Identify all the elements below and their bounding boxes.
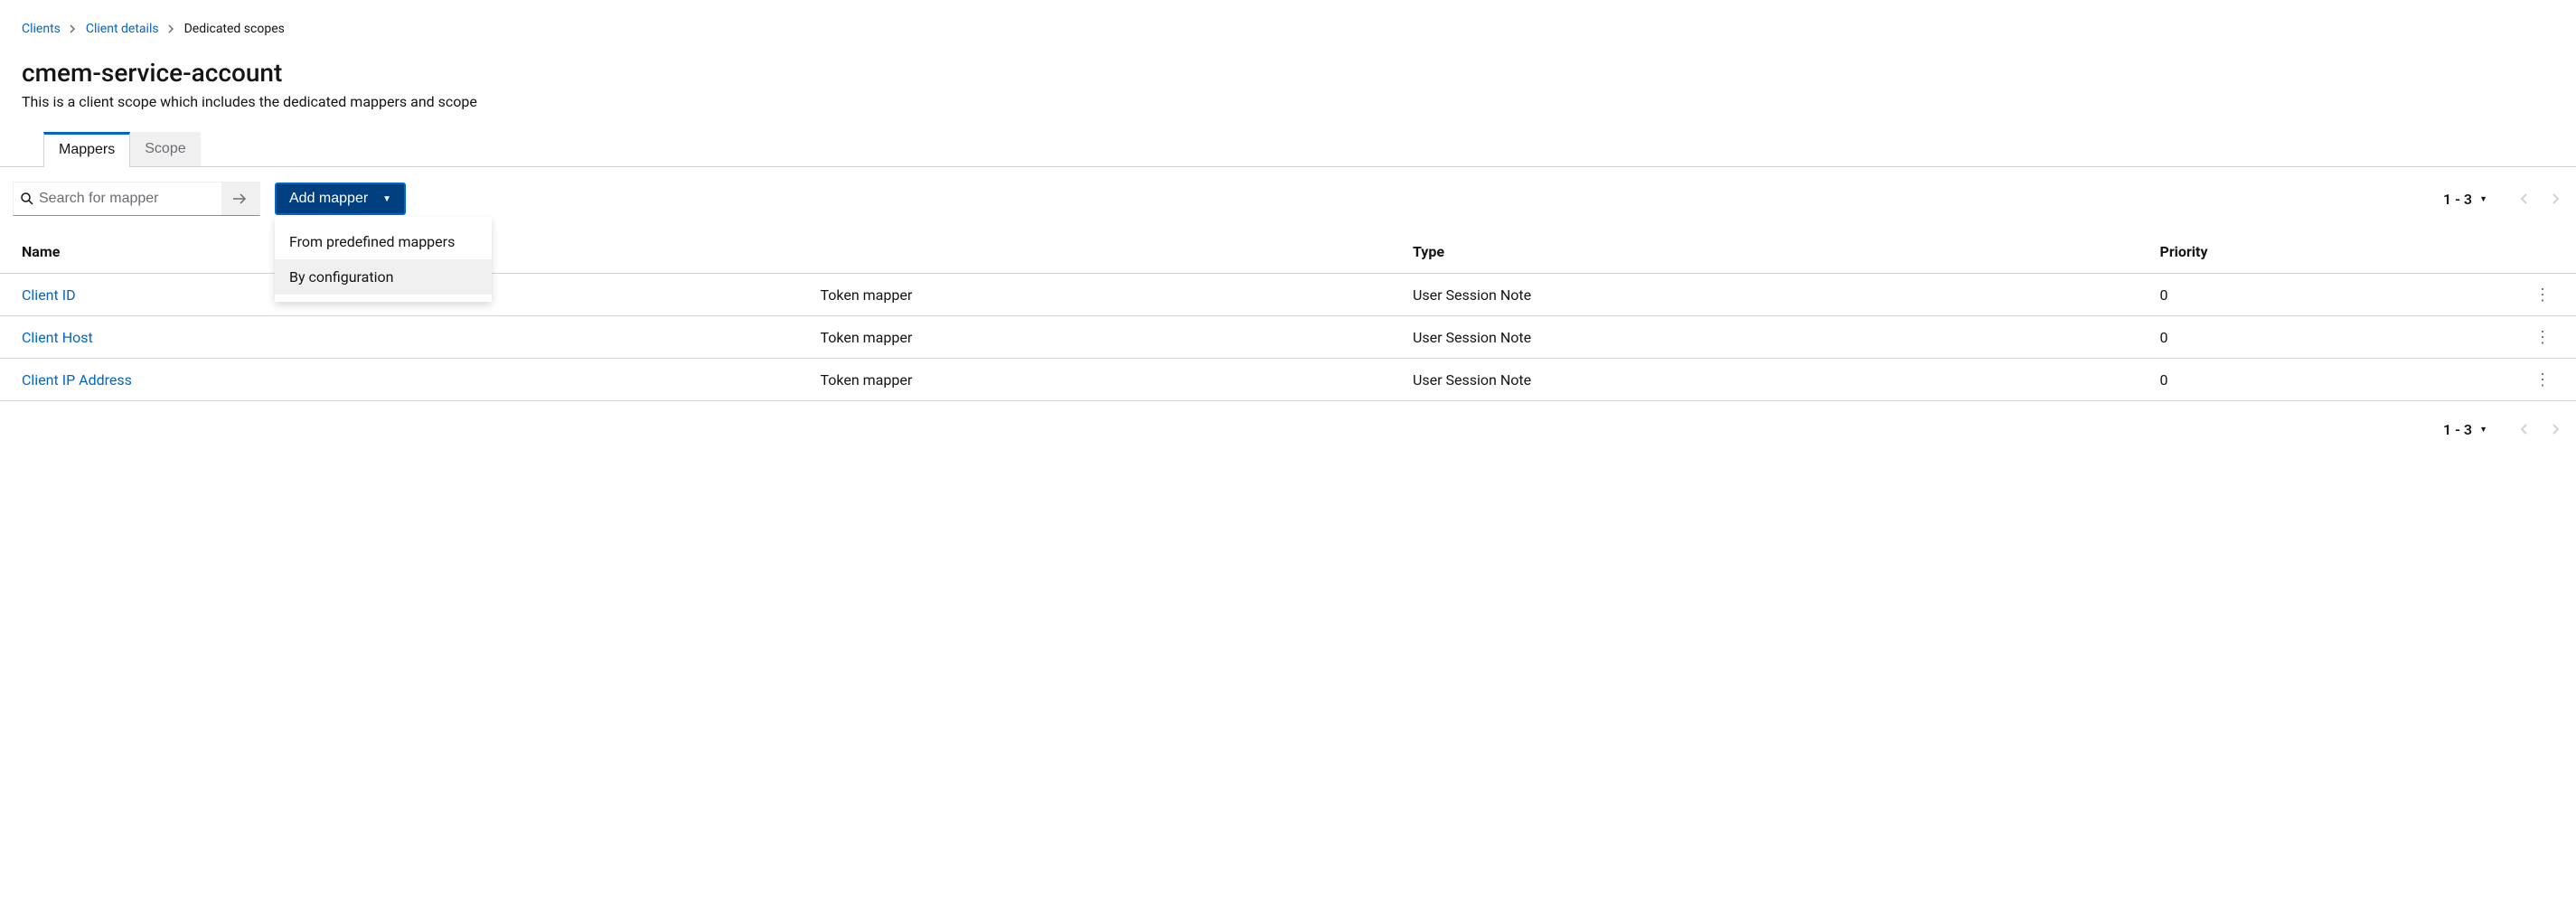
- table-row: Client IP Address Token mapper User Sess…: [0, 359, 2576, 401]
- chevron-left-icon: [2520, 192, 2528, 205]
- chevron-right-icon: [2552, 423, 2560, 436]
- kebab-icon: ⋮: [2534, 328, 2551, 346]
- table-row: Client Host Token mapper User Session No…: [0, 316, 2576, 359]
- chevron-right-icon: [168, 24, 175, 33]
- dropdown-item-predefined[interactable]: From predefined mappers: [275, 224, 492, 259]
- pagination-next-button[interactable]: [2548, 189, 2563, 209]
- pagination-prev-button[interactable]: [2516, 189, 2532, 209]
- caret-down-icon: ▼: [2479, 194, 2487, 204]
- breadcrumb-link-client-details[interactable]: Client details: [86, 22, 159, 36]
- pagination-prev-button[interactable]: [2516, 419, 2532, 439]
- mapper-category: Token mapper: [799, 359, 1392, 401]
- page-subtitle: This is a client scope which includes th…: [22, 93, 2554, 110]
- mapper-type: User Session Note: [1391, 274, 2139, 316]
- mapper-type: User Session Note: [1391, 359, 2139, 401]
- page-header: cmem-service-account This is a client sc…: [0, 47, 2576, 132]
- table-header-type: Type: [1391, 230, 2139, 274]
- caret-down-icon: ▼: [2479, 425, 2487, 435]
- pagination-range-label: 1 - 3: [2443, 421, 2472, 438]
- add-mapper-label: Add mapper: [289, 191, 368, 207]
- pagination-range-label: 1 - 3: [2443, 191, 2472, 208]
- chevron-left-icon: [2520, 423, 2528, 436]
- kebab-icon: ⋮: [2534, 286, 2551, 304]
- pagination-bottom: 1 - 3 ▼: [0, 401, 2576, 457]
- mapper-name-link[interactable]: Client Host: [22, 329, 93, 346]
- table-header-actions: [2509, 230, 2576, 274]
- mapper-type: User Session Note: [1391, 316, 2139, 359]
- breadcrumb: Clients Client details Dedicated scopes: [0, 0, 2576, 47]
- mapper-name-link[interactable]: Client ID: [22, 286, 76, 304]
- pagination-range-selector[interactable]: 1 - 3 ▼: [2443, 191, 2487, 208]
- caret-down-icon: ▼: [382, 194, 391, 204]
- pagination-next-button[interactable]: [2548, 419, 2563, 439]
- chevron-right-icon: [2552, 192, 2560, 205]
- mapper-category: Token mapper: [799, 274, 1392, 316]
- page-title: cmem-service-account: [22, 58, 2554, 88]
- add-mapper-button[interactable]: Add mapper ▼: [275, 183, 406, 215]
- mapper-name-link[interactable]: Client IP Address: [22, 371, 132, 389]
- search-submit-button[interactable]: [221, 183, 259, 215]
- row-actions-button[interactable]: ⋮: [2531, 325, 2554, 349]
- pagination-top: 1 - 3 ▼: [2443, 189, 2563, 209]
- tab-scope[interactable]: Scope: [130, 132, 200, 166]
- add-mapper-dropdown: From predefined mappers By configuration: [275, 217, 492, 302]
- search-input[interactable]: [39, 191, 214, 207]
- breadcrumb-current: Dedicated scopes: [184, 22, 285, 36]
- table-header-category: [799, 230, 1392, 274]
- row-actions-button[interactable]: ⋮: [2531, 283, 2554, 306]
- row-actions-button[interactable]: ⋮: [2531, 368, 2554, 391]
- kebab-icon: ⋮: [2534, 370, 2551, 389]
- mapper-category: Token mapper: [799, 316, 1392, 359]
- toolbar: Add mapper ▼ From predefined mappers By …: [0, 167, 2576, 230]
- mapper-priority: 0: [2139, 274, 2510, 316]
- tabs: Mappers Scope: [0, 132, 2576, 167]
- search-group: [13, 182, 260, 216]
- search-icon: [21, 192, 33, 205]
- mapper-priority: 0: [2139, 359, 2510, 401]
- arrow-right-icon: [232, 192, 249, 205]
- dropdown-item-configuration[interactable]: By configuration: [275, 259, 492, 295]
- breadcrumb-link-clients[interactable]: Clients: [22, 22, 61, 36]
- chevron-right-icon: [70, 24, 77, 33]
- pagination-range-selector[interactable]: 1 - 3 ▼: [2443, 421, 2487, 438]
- mapper-priority: 0: [2139, 316, 2510, 359]
- table-header-priority: Priority: [2139, 230, 2510, 274]
- tab-mappers[interactable]: Mappers: [43, 132, 130, 167]
